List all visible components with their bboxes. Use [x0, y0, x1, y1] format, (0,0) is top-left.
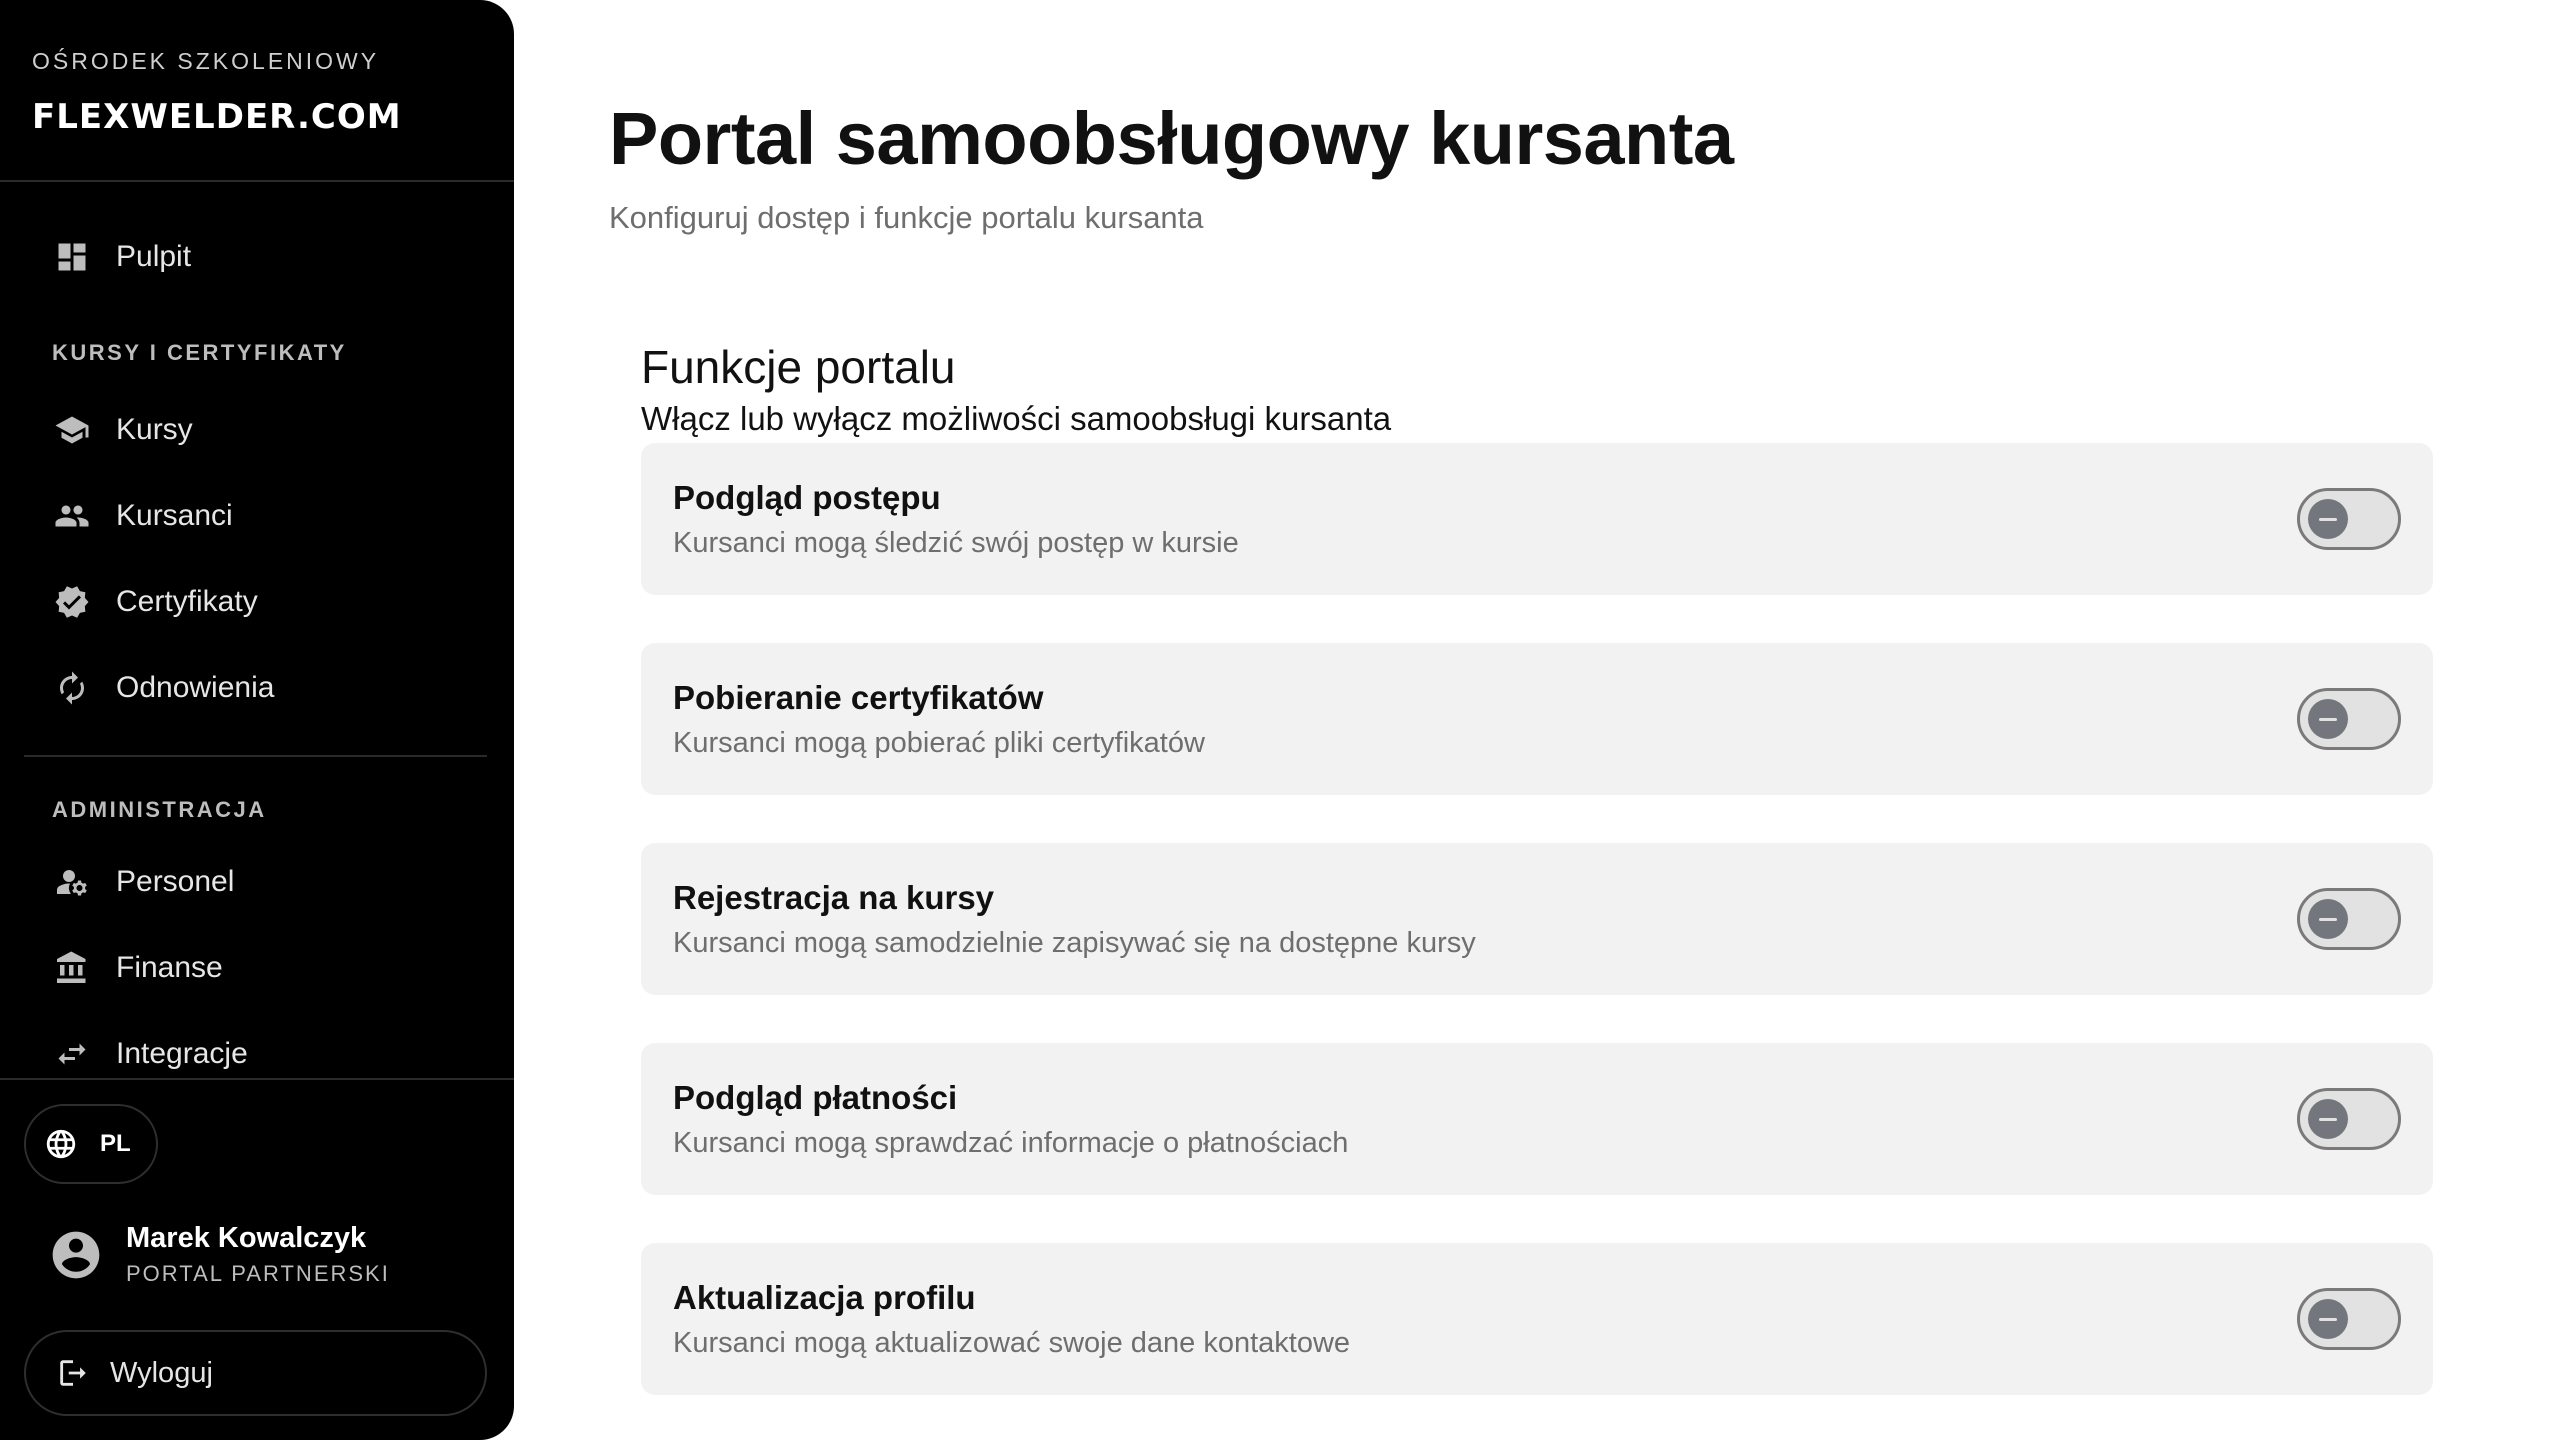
feature-description: Kursanci mogą aktualizować swoje dane ko…	[673, 1327, 1351, 1359]
toggle-knob	[2308, 1299, 2348, 1339]
sidebar-item-label: Pulpit	[116, 240, 192, 273]
feature-title: Rejestracja na kursy	[673, 879, 995, 916]
sidebar-item-finanse[interactable]: Finanse	[52, 938, 492, 998]
feature-card-profile: Aktualizacja profilu Kursanci mogą aktua…	[641, 1243, 2433, 1395]
nav-section-courses: KURSY I CERTYFIKATY	[52, 340, 347, 365]
swap-arrows-icon	[52, 1034, 92, 1074]
feature-toggle[interactable]	[2297, 1288, 2401, 1350]
minus-icon	[2319, 517, 2337, 521]
toggle-knob	[2308, 699, 2348, 739]
feature-title: Aktualizacja profilu	[673, 1279, 976, 1316]
sidebar-item-label: Personel	[116, 865, 235, 898]
minus-icon	[2319, 1317, 2337, 1321]
sidebar-item-label: Integracje	[116, 1037, 248, 1070]
brand-tagline: OŚRODEK SZKOLENIOWY	[32, 48, 380, 74]
sidebar-item-label: Certyfikaty	[116, 585, 258, 618]
feature-card-certificates: Pobieranie certyfikatów Kursanci mogą po…	[641, 643, 2433, 795]
sidebar-item-label: Kursanci	[116, 499, 233, 532]
feature-description: Kursanci mogą śledzić swój postęp w kurs…	[673, 527, 1239, 559]
logout-button[interactable]: Wyloguj	[24, 1330, 487, 1416]
user-profile[interactable]: Marek Kowalczyk PORTAL PARTNERSKI	[48, 1222, 390, 1287]
sidebar-item-label: Finanse	[116, 951, 223, 984]
sidebar-item-odnowienia[interactable]: Odnowienia	[52, 658, 492, 718]
minus-icon	[2319, 917, 2337, 921]
refresh-icon	[52, 668, 92, 708]
sidebar-item-pulpit[interactable]: Pulpit	[52, 227, 492, 287]
section-title: Funkcje portalu	[641, 341, 956, 393]
feature-description: Kursanci mogą sprawdzać informacje o pła…	[673, 1127, 1349, 1159]
language-button[interactable]: PL	[24, 1104, 158, 1184]
feature-title: Podgląd płatności	[673, 1079, 958, 1116]
feature-toggle[interactable]	[2297, 1088, 2401, 1150]
feature-toggle[interactable]	[2297, 488, 2401, 550]
sidebar: OŚRODEK SZKOLENIOWY FLEXWELDER.COM Pulpi…	[0, 0, 514, 1440]
feature-card-registration: Rejestracja na kursy Kursanci mogą samod…	[641, 843, 2433, 995]
sidebar-item-certyfikaty[interactable]: Certyfikaty	[52, 572, 492, 632]
globe-icon	[46, 1129, 76, 1159]
feature-title: Pobieranie certyfikatów	[673, 679, 1044, 716]
user-name: Marek Kowalczyk	[126, 1222, 367, 1254]
sidebar-item-label: Kursy	[116, 413, 193, 446]
sidebar-item-kursanci[interactable]: Kursanci	[52, 486, 492, 546]
toggle-knob	[2308, 1099, 2348, 1139]
account-circle-icon	[52, 1231, 100, 1278]
sidebar-item-label: Odnowienia	[116, 671, 275, 704]
group-icon	[52, 496, 92, 536]
page-title: Portal samoobsługowy kursanta	[609, 97, 1734, 180]
logout-icon	[60, 1360, 86, 1386]
verified-badge-icon	[52, 582, 92, 622]
feature-title: Podgląd postępu	[673, 479, 941, 516]
feature-card-payments: Podgląd płatności Kursanci mogą sprawdza…	[641, 1043, 2433, 1195]
language-label: PL	[100, 1130, 131, 1157]
school-icon	[52, 410, 92, 450]
page-subtitle: Konfiguruj dostęp i funkcje portalu kurs…	[609, 200, 1204, 235]
logout-label: Wyloguj	[110, 1356, 213, 1389]
dashboard-icon	[52, 237, 92, 277]
minus-icon	[2319, 717, 2337, 721]
manage-accounts-icon	[52, 862, 92, 902]
sidebar-divider	[0, 1078, 514, 1080]
feature-toggle[interactable]	[2297, 888, 2401, 950]
feature-toggle[interactable]	[2297, 688, 2401, 750]
sidebar-divider	[24, 755, 487, 757]
user-role: PORTAL PARTNERSKI	[126, 1261, 390, 1286]
bank-icon	[52, 948, 92, 988]
nav-section-admin: ADMINISTRACJA	[52, 797, 267, 822]
sidebar-divider	[0, 180, 514, 182]
sidebar-item-integracje[interactable]: Integracje	[52, 1024, 492, 1084]
brand-logo[interactable]: FLEXWELDER.COM	[32, 97, 402, 137]
sidebar-item-kursy[interactable]: Kursy	[52, 400, 492, 460]
brand: OŚRODEK SZKOLENIOWY FLEXWELDER.COM	[32, 48, 402, 137]
feature-description: Kursanci mogą pobierać pliki certyfikató…	[673, 727, 1205, 759]
sidebar-item-personel[interactable]: Personel	[52, 852, 492, 912]
toggle-knob	[2308, 899, 2348, 939]
toggle-knob	[2308, 499, 2348, 539]
feature-description: Kursanci mogą samodzielnie zapisywać się…	[673, 927, 1476, 959]
section-subtitle: Włącz lub wyłącz możliwości samoobsługi …	[641, 400, 1392, 437]
minus-icon	[2319, 1117, 2337, 1121]
feature-card-progress: Podgląd postępu Kursanci mogą śledzić sw…	[641, 443, 2433, 595]
